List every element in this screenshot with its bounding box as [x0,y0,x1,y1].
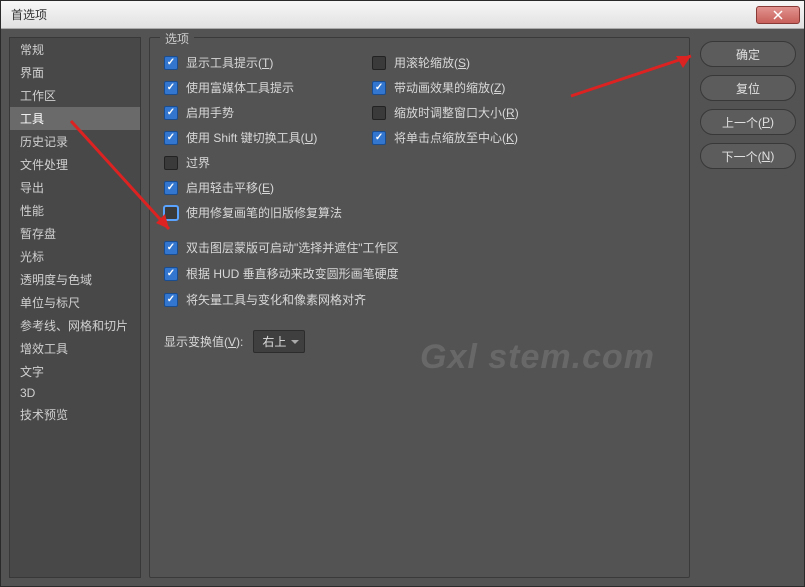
check-row: 使用修复画笔的旧版修复算法 [164,204,342,221]
checkbox[interactable] [164,267,178,281]
sidebar-item[interactable]: 常规 [10,38,140,61]
options-extra: 双击图层蒙版可启动"选择并遮住"工作区根据 HUD 垂直移动来改变圆形画笔硬度将… [164,239,675,308]
checkbox[interactable] [164,241,178,255]
preferences-dialog: 首选项 常规界面工作区工具历史记录文件处理导出性能暂存盘光标透明度与色域单位与标… [0,0,805,587]
sidebar-item[interactable]: 性能 [10,199,140,222]
options-grid: 显示工具提示(T) 使用富媒体工具提示启用手势使用 Shift 键切换工具(U) 过… [164,54,675,221]
prev-button[interactable]: 上一个(P) [700,109,796,135]
check-label: 用滚轮缩放(S) [394,54,470,71]
show-transform-label: 显示变换值(V): [164,333,243,350]
sidebar-item[interactable]: 3D [10,383,140,403]
check-row: 带动画效果的缩放(Z) [372,79,519,96]
checkbox[interactable] [372,56,386,70]
check-row: 将单击点缩放至中心(K) [372,129,519,146]
checkbox[interactable] [164,81,178,95]
close-button[interactable] [756,6,800,24]
sidebar-item[interactable]: 文件处理 [10,153,140,176]
titlebar: 首选项 [1,1,804,29]
sidebar-item[interactable]: 工作区 [10,84,140,107]
check-label: 使用 Shift 键切换工具(U) [186,129,317,146]
check-label: 双击图层蒙版可启动"选择并遮住"工作区 [186,239,399,256]
check-label: 使用修复画笔的旧版修复算法 [186,204,342,221]
close-icon [773,10,783,20]
next-button[interactable]: 下一个(N) [700,143,796,169]
options-right-col: 用滚轮缩放(S) 带动画效果的缩放(Z) 缩放时调整窗口大小(R) 将单击点缩放至中心… [372,54,519,221]
sidebar-item[interactable]: 文字 [10,360,140,383]
checkbox[interactable] [164,56,178,70]
check-row: 启用手势 [164,104,342,121]
sidebar-item[interactable]: 历史记录 [10,130,140,153]
sidebar-item[interactable]: 工具 [10,107,140,130]
checkbox[interactable] [164,106,178,120]
check-row: 启用轻击平移(E) [164,179,342,196]
ok-button[interactable]: 确定 [700,41,796,67]
sidebar: 常规界面工作区工具历史记录文件处理导出性能暂存盘光标透明度与色域单位与标尺参考线… [9,37,141,578]
sidebar-item[interactable]: 导出 [10,176,140,199]
check-label: 使用富媒体工具提示 [186,79,294,96]
options-left-col: 显示工具提示(T) 使用富媒体工具提示启用手势使用 Shift 键切换工具(U) 过… [164,54,342,221]
sidebar-item[interactable]: 光标 [10,245,140,268]
check-row: 双击图层蒙版可启动"选择并遮住"工作区 [164,239,675,256]
sidebar-item[interactable]: 单位与标尺 [10,291,140,314]
check-row: 使用富媒体工具提示 [164,79,342,96]
check-label: 根据 HUD 垂直移动来改变圆形画笔硬度 [186,265,399,282]
checkbox[interactable] [164,156,178,170]
sidebar-item[interactable]: 界面 [10,61,140,84]
checkbox[interactable] [372,106,386,120]
checkbox[interactable] [164,131,178,145]
check-row: 使用 Shift 键切换工具(U) [164,129,342,146]
check-row: 缩放时调整窗口大小(R) [372,104,519,121]
sidebar-item[interactable]: 暂存盘 [10,222,140,245]
check-row: 用滚轮缩放(S) [372,54,519,71]
check-label: 将矢量工具与变化和像素网格对齐 [186,291,366,308]
checkbox[interactable] [164,293,178,307]
main-area: 选项 显示工具提示(T)使用富媒体工具提示启用手势使用 Shift 键切换工具(… [149,37,796,578]
sidebar-item[interactable]: 透明度与色域 [10,268,140,291]
sidebar-item[interactable]: 参考线、网格和切片 [10,314,140,337]
show-transform-dropdown[interactable]: 右上 [253,330,305,353]
dialog-title: 首选项 [11,6,47,23]
check-label: 将单击点缩放至中心(K) [394,129,518,146]
check-row: 显示工具提示(T) [164,54,342,71]
sidebar-item[interactable]: 增效工具 [10,337,140,360]
sidebar-item[interactable]: 技术预览 [10,403,140,426]
check-label: 过界 [186,154,210,171]
options-panel: 选项 显示工具提示(T)使用富媒体工具提示启用手势使用 Shift 键切换工具(… [149,37,690,578]
check-label: 显示工具提示(T) [186,54,273,71]
check-label: 缩放时调整窗口大小(R) [394,104,519,121]
panel-title: 选项 [160,30,194,47]
checkbox[interactable] [372,131,386,145]
reset-button[interactable]: 复位 [700,75,796,101]
check-row: 根据 HUD 垂直移动来改变圆形画笔硬度 [164,265,675,282]
show-transform-row: 显示变换值(V): 右上 [164,330,675,353]
checkbox[interactable] [164,206,178,220]
checkbox[interactable] [164,181,178,195]
check-label: 带动画效果的缩放(Z) [394,79,505,96]
check-label: 启用轻击平移(E) [186,179,274,196]
buttons-column: 确定 复位 上一个(P) 下一个(N) [700,37,796,578]
check-label: 启用手势 [186,104,234,121]
dialog-content: 常规界面工作区工具历史记录文件处理导出性能暂存盘光标透明度与色域单位与标尺参考线… [1,29,804,586]
checkbox[interactable] [372,81,386,95]
check-row: 将矢量工具与变化和像素网格对齐 [164,291,675,308]
check-row: 过界 [164,154,342,171]
